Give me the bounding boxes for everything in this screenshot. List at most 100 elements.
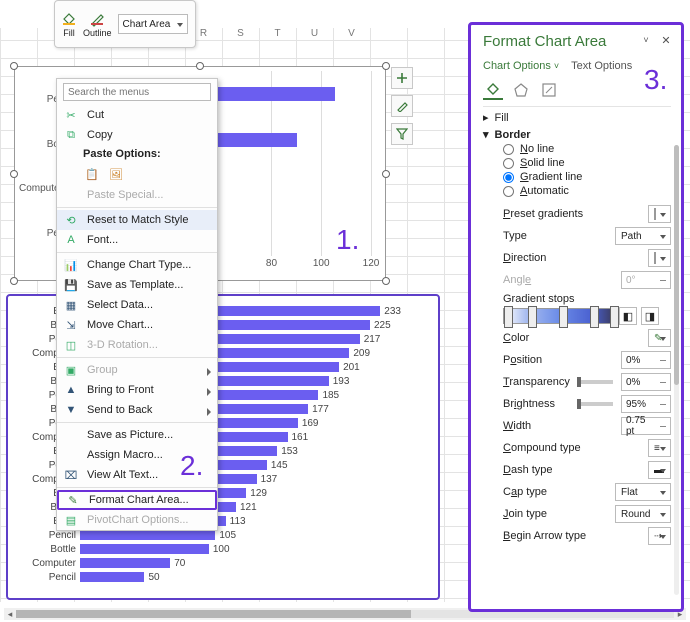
- menu-select-data[interactable]: ▦Select Data...: [57, 295, 217, 315]
- resize-handle[interactable]: [382, 62, 390, 70]
- fill-line-tab[interactable]: [483, 80, 503, 100]
- direction-select[interactable]: [648, 249, 671, 267]
- chart2-row: Bottle 100: [12, 542, 428, 556]
- radio-automatic[interactable]: Automatic: [503, 185, 671, 197]
- chart-filter-button[interactable]: [391, 123, 413, 145]
- dash-select[interactable]: ▬: [648, 461, 671, 479]
- width-input[interactable]: 0.75 pt: [621, 417, 671, 435]
- picture-icon: 🖼: [109, 168, 123, 181]
- chart2-value: 233: [384, 306, 401, 317]
- pentagon-icon: [513, 82, 529, 98]
- label-transparency: Transparency: [503, 376, 570, 388]
- section-fill[interactable]: ▸Fill: [483, 111, 671, 124]
- chart2-row: Computer70: [12, 556, 428, 570]
- remove-stop-button[interactable]: ◨: [641, 307, 659, 325]
- transparency-slider[interactable]: [577, 380, 613, 384]
- begin-arrow-select[interactable]: ⇢: [648, 527, 671, 545]
- label-color: Color: [503, 332, 529, 344]
- label-cap: Cap type: [503, 486, 547, 498]
- format-icon: ✎: [65, 492, 81, 508]
- chart2-value: 70: [174, 558, 185, 569]
- menu-search-input[interactable]: [63, 83, 211, 101]
- tab-chart-options[interactable]: Chart Options˅: [483, 60, 559, 72]
- size-tab[interactable]: [539, 80, 559, 100]
- paste-picture-button[interactable]: 🖼: [107, 165, 125, 183]
- compound-select[interactable]: ≡: [648, 439, 671, 457]
- chart2-category: Bottle: [12, 544, 76, 555]
- pane-close-button[interactable]: ✕: [659, 33, 673, 47]
- gradient-type-select[interactable]: Path: [615, 227, 671, 245]
- brightness-slider[interactable]: [577, 402, 613, 406]
- menu-send-back[interactable]: ▼Send to Back: [57, 400, 217, 420]
- chart2-value: 50: [148, 572, 159, 583]
- menu-cut[interactable]: ✂Cut: [57, 105, 217, 125]
- close-icon: ✕: [661, 34, 670, 47]
- chart2-value: 129: [250, 488, 267, 499]
- radio-gradient-line[interactable]: Gradient line: [503, 171, 671, 183]
- scroll-left-button[interactable]: ◂: [4, 608, 16, 620]
- chart2-value: 161: [292, 432, 309, 443]
- chart2-value: 153: [281, 446, 298, 457]
- join-select[interactable]: Round: [615, 505, 671, 523]
- copy-icon: ⧉: [63, 127, 79, 143]
- menu-font[interactable]: AFont...: [57, 230, 217, 250]
- menu-bring-front[interactable]: ▲Bring to Front: [57, 380, 217, 400]
- menu-format-chart-area[interactable]: ✎Format Chart Area...: [57, 490, 217, 510]
- table-icon: ▦: [63, 297, 79, 313]
- chart-styles-button[interactable]: [391, 95, 413, 117]
- radio-no-line[interactable]: NNo lineo line: [503, 143, 671, 155]
- pane-collapse-button[interactable]: ˅: [639, 33, 653, 47]
- front-icon: ▲: [63, 382, 79, 398]
- resize-handle[interactable]: [10, 170, 18, 178]
- radio-solid-line[interactable]: Solid line: [503, 157, 671, 169]
- chart2-bar: [80, 558, 170, 568]
- chart2-value: 169: [302, 418, 319, 429]
- menu-save-template[interactable]: 💾Save as Template...: [57, 275, 217, 295]
- menu-save-as-picture[interactable]: Save as Picture...: [57, 425, 217, 445]
- arrow-icon: ⇢: [654, 531, 662, 542]
- label-begin-arrow: Begin Arrow type: [503, 530, 586, 542]
- section-border[interactable]: ▾Border: [483, 128, 671, 141]
- transparency-input[interactable]: 0%: [621, 373, 671, 391]
- preset-gradients-select[interactable]: [648, 205, 671, 223]
- annotation-1: 1.: [336, 224, 359, 256]
- chart-elements-button[interactable]: [391, 67, 413, 89]
- tab-text-options[interactable]: Text Options: [571, 60, 632, 72]
- paste-keep-source-button[interactable]: 📋: [83, 165, 101, 183]
- chart2-category: Pencil: [12, 530, 76, 541]
- add-stop-button[interactable]: ◧: [619, 307, 637, 325]
- cap-select[interactable]: Flat: [615, 483, 671, 501]
- outline-button[interactable]: Outline: [83, 11, 112, 38]
- resize-handle[interactable]: [10, 277, 18, 285]
- brightness-input[interactable]: 95%: [621, 395, 671, 413]
- pane-scrollbar[interactable]: [674, 145, 679, 595]
- pivot-icon: ▤: [63, 512, 79, 528]
- gradient-stops-bar[interactable]: [503, 308, 615, 324]
- position-input[interactable]: 0%: [621, 351, 671, 369]
- chevron-right-icon: ▸: [483, 111, 489, 124]
- resize-handle[interactable]: [382, 170, 390, 178]
- resize-handle[interactable]: [10, 62, 18, 70]
- pencil-icon: ✎: [654, 333, 662, 344]
- chart-element-select[interactable]: Chart Area: [118, 14, 188, 34]
- label-brightness: Brightness: [503, 398, 555, 410]
- chart2-value: 121: [240, 502, 257, 513]
- resize-handle[interactable]: [382, 277, 390, 285]
- group-icon: ▣: [63, 362, 79, 378]
- label-dash: Dash type: [503, 464, 553, 476]
- menu-change-chart-type[interactable]: 📊Change Chart Type...: [57, 255, 217, 275]
- label-position: Position: [503, 354, 542, 366]
- menu-move-chart[interactable]: ⇲Move Chart...: [57, 315, 217, 335]
- menu-copy[interactable]: ⧉Copy: [57, 125, 217, 145]
- chart2-value: 145: [271, 460, 288, 471]
- menu-reset-style[interactable]: ⟲Reset to Match Style: [57, 210, 217, 230]
- chart2-value: 100: [213, 544, 230, 555]
- fill-button[interactable]: Fill: [61, 11, 77, 38]
- remove-stop-icon: ◨: [645, 310, 655, 323]
- resize-handle[interactable]: [196, 62, 204, 70]
- chart2-bar: [80, 530, 215, 540]
- effects-tab[interactable]: [511, 80, 531, 100]
- color-select[interactable]: ✎: [648, 329, 671, 347]
- paste-options-header: Paste Options:: [57, 145, 217, 163]
- chart2-value: 217: [364, 334, 381, 345]
